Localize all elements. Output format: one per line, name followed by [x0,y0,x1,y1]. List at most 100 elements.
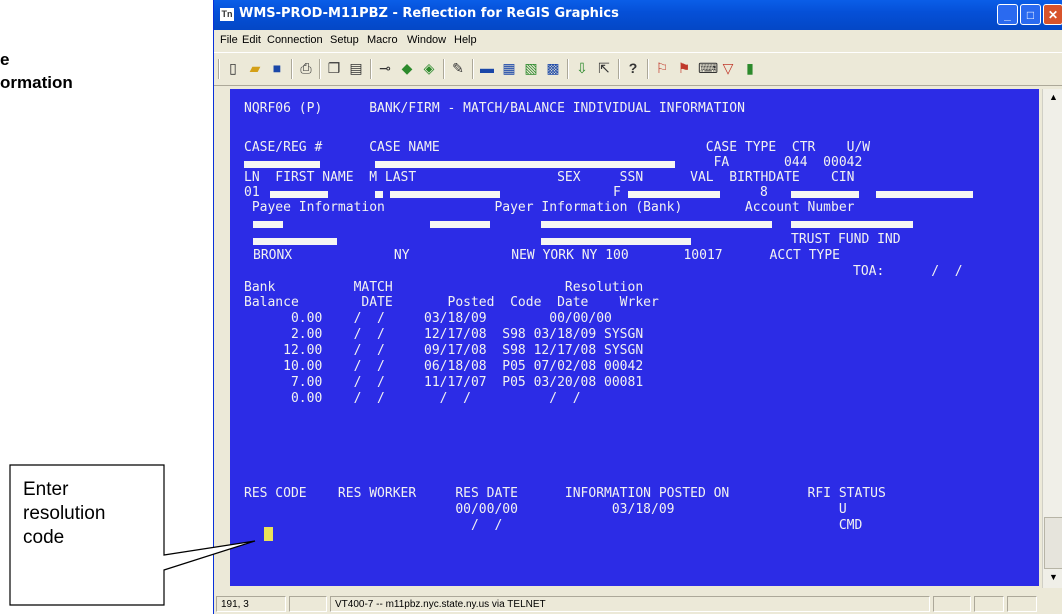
maximize-button[interactable]: □ [1020,4,1041,25]
open-folder-icon[interactable]: ▰ [247,60,263,76]
trust-fund-label: TRUST FUND IND [791,232,901,247]
copy-icon[interactable]: ❐ [326,60,342,76]
person-ln: 01 [244,185,260,200]
help-icon[interactable]: ? [625,60,641,76]
toolbar-separator [472,59,474,79]
menu-help[interactable]: Help [454,34,477,46]
column-header-1: Bank MATCH Resolution [244,280,644,295]
connect-icon[interactable]: ⊸ [377,60,393,76]
side-heading-line1: e [0,50,10,69]
menu-window[interactable]: Window [407,34,446,46]
table-row: 2.00 / / 12/17/08 S98 03/18/09 SYSGN [244,327,644,342]
redacted-cin [876,189,973,200]
callout-text: Enter resolution code [23,478,105,550]
status-pane-blank [289,596,327,612]
case-labels: CASE/REG # CASE NAME CASE TYPE CTR U/W [244,140,871,155]
new-document-icon[interactable]: ▯ [225,60,241,76]
callout-line1: Enter [23,479,69,500]
toolbar-separator [443,59,445,79]
transfer-icon[interactable]: ⇩ [574,60,590,76]
callout-line2: resolution [23,503,106,524]
toolbar-separator [291,59,293,79]
redacted-ssn [628,189,720,200]
toolbar: ▯ ▰ ■ ⎙ ❐ ▤ ⊸ ◆ ◈ ✎ ▬ ▦ ▧ ▩ ⇩ ⇱ ? ⚐ ⚑ ⌨ … [214,52,1062,86]
close-button[interactable]: ✕ [1043,4,1062,25]
macro-record-icon[interactable]: ⚐ [654,60,670,76]
redacted-payee-name [253,219,283,230]
city-line: BRONX NY NEW YORK NY 100 10017 ACCT TYPE [253,248,840,263]
redacted-birthdate [791,189,859,200]
print-icon[interactable]: ⎙ [298,60,314,76]
table-row: 7.00 / / 11/17/07 P05 03/20/08 00081 [244,375,644,390]
redacted-payer-bank [541,219,772,230]
cursor-position: 191, 3 [216,596,286,612]
redacted-payer-address [541,236,691,247]
side-heading: e ormation [0,48,73,94]
person-sex: F [613,185,621,200]
table-row: 12.00 / / 09/17/08 S98 12/17/08 SYSGN [244,343,644,358]
scroll-thumb[interactable] [1044,517,1062,569]
table-row: 10.00 / / 06/18/08 P05 07/02/08 00042 [244,359,644,374]
send-icon[interactable]: ◆ [399,60,415,76]
payee-labels: Payee Information Payer Information (Ban… [244,200,855,215]
redacted-payee-name-2 [430,219,490,230]
toolbar-grip [218,59,220,79]
save-icon[interactable]: ■ [269,60,285,76]
setup-icon[interactable]: ▬ [479,60,495,76]
menu-file[interactable]: File [220,34,238,46]
res-date-blank: / / CMD [244,518,863,533]
display-icon[interactable]: ▦ [501,60,517,76]
menu-connection[interactable]: Connection [267,34,323,46]
menu-bar: File Edit Connection Setup Macro Window … [214,31,1062,51]
person-labels: LN FIRST NAME M LAST SEX SSN VAL BIRTHDA… [244,170,855,185]
redacted-case-number [244,159,320,170]
minimize-button[interactable]: _ [997,4,1018,25]
status-pane-blank [933,596,971,612]
redacted-middle-initial [375,189,383,200]
redacted-account-number [791,219,913,230]
menu-setup[interactable]: Setup [330,34,359,46]
app-icon: Tn [220,8,234,21]
colors-icon[interactable]: ▩ [545,60,561,76]
redacted-case-name [375,159,675,170]
script-icon[interactable]: ✎ [450,60,466,76]
callout-line3: code [23,527,65,548]
macro-edit-icon[interactable]: ⌨ [698,60,718,76]
window-title: WMS-PROD-M11PBZ - Reflection for ReGIS G… [239,6,619,21]
screen-header: NQRF06 (P) BANK/FIRM - MATCH/BALANCE IND… [244,101,745,116]
text-cursor[interactable] [264,527,273,541]
table-row: 0.00 / / / / / / [244,391,581,406]
paste-icon[interactable]: ▤ [348,60,364,76]
toolbar-separator [567,59,569,79]
reflection-window: Tn WMS-PROD-M11PBZ - Reflection for ReGI… [213,0,1062,614]
column-header-2: Balance DATE Posted Code Date Wrker [244,295,659,310]
status-bar: 191, 3 VT400-7 -- m11pbz.nyc.state.ny.us… [214,594,1062,614]
redacted-first-name [270,189,328,200]
res-labels: RES CODE RES WORKER RES DATE INFORMATION… [244,486,886,501]
exit-icon[interactable]: ▮ [742,60,758,76]
title-bar[interactable]: Tn WMS-PROD-M11PBZ - Reflection for ReGI… [214,0,1062,30]
side-heading-line2: ormation [0,73,73,92]
toolbar-separator [618,59,620,79]
terminal-screen[interactable]: NQRF06 (P) BANK/FIRM - MATCH/BALANCE IND… [230,89,1039,586]
vertical-scrollbar[interactable]: ▲ ▼ [1042,89,1062,588]
toolbar-separator [647,59,649,79]
status-pane-blank [974,596,1004,612]
table-row: 0.00 / / 03/18/09 00/00/00 [244,311,612,326]
filter-icon[interactable]: ▽ [720,60,736,76]
toolbar-separator [319,59,321,79]
receive-icon[interactable]: ◈ [421,60,437,76]
keyboard-icon[interactable]: ▧ [523,60,539,76]
connection-status: VT400-7 -- m11pbz.nyc.state.ny.us via TE… [330,596,930,612]
redacted-last-name [390,189,500,200]
status-pane-blank [1007,596,1037,612]
menu-macro[interactable]: Macro [367,34,398,46]
redacted-payee-address [253,236,337,247]
pointer-icon[interactable]: ⇱ [596,60,612,76]
menu-edit[interactable]: Edit [242,34,261,46]
scroll-down-icon[interactable]: ▼ [1043,569,1062,586]
toa-line: TOA: / / [853,264,963,279]
person-val: 8 [760,185,768,200]
scroll-up-icon[interactable]: ▲ [1043,89,1062,106]
macro-play-icon[interactable]: ⚑ [676,60,692,76]
